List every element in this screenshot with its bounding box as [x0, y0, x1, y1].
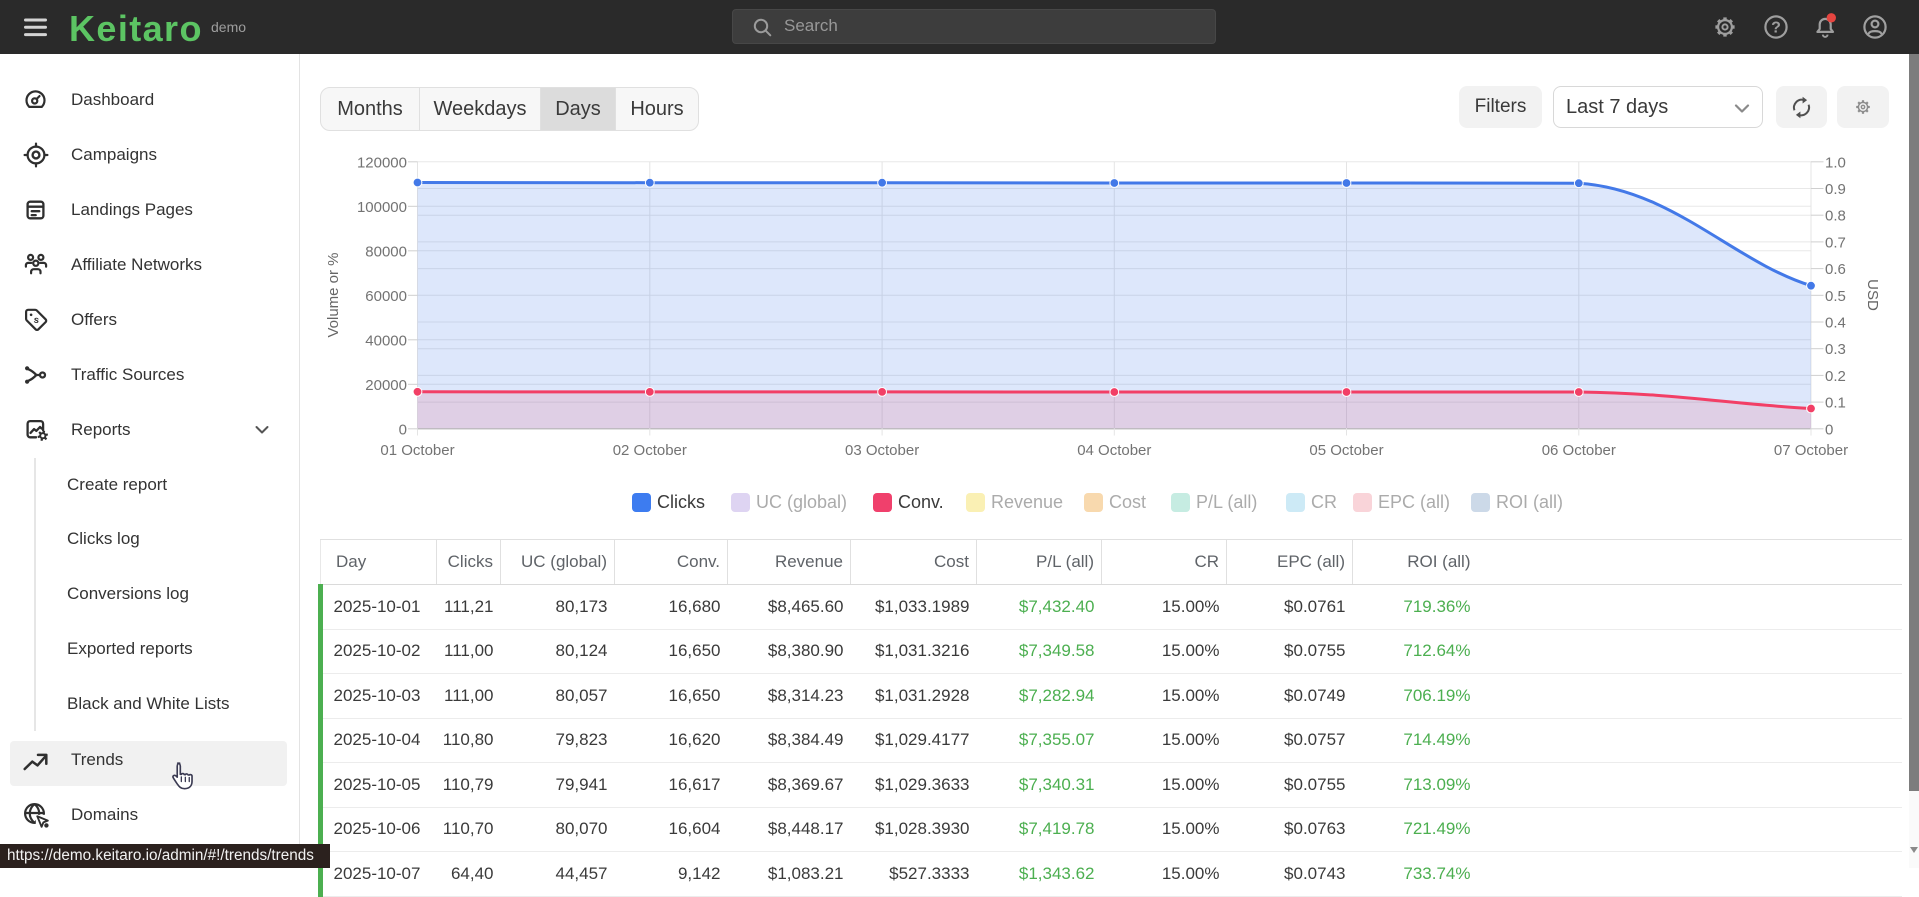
svg-text:s: s [33, 314, 40, 326]
svg-text:Volume or %: Volume or % [325, 252, 342, 337]
svg-text:60000: 60000 [365, 288, 407, 305]
svg-text:01 October: 01 October [380, 442, 454, 459]
svg-text:0: 0 [1825, 421, 1833, 438]
svg-text:20000: 20000 [365, 377, 407, 394]
svg-text:40000: 40000 [365, 332, 407, 349]
svg-text:120000: 120000 [357, 154, 407, 171]
svg-text:0.8: 0.8 [1825, 208, 1846, 225]
svg-text:0.1: 0.1 [1825, 395, 1846, 412]
svg-text:0.4: 0.4 [1825, 315, 1846, 332]
svg-text:05 October: 05 October [1309, 442, 1383, 459]
svg-text:07 October: 07 October [1774, 442, 1848, 459]
svg-text:0.3: 0.3 [1825, 341, 1846, 358]
svg-text:?: ? [1771, 20, 1781, 37]
svg-text:USD: USD [1864, 279, 1881, 311]
svg-text:0.9: 0.9 [1825, 181, 1846, 198]
svg-text:80000: 80000 [365, 243, 407, 260]
svg-text:1.0: 1.0 [1825, 154, 1846, 171]
svg-text:0: 0 [399, 421, 407, 438]
svg-text:100000: 100000 [357, 199, 407, 216]
svg-text:06 October: 06 October [1542, 442, 1616, 459]
svg-text:03 October: 03 October [845, 442, 919, 459]
svg-text:0.5: 0.5 [1825, 288, 1846, 305]
svg-text:0.6: 0.6 [1825, 261, 1846, 278]
svg-text:0.7: 0.7 [1825, 234, 1846, 251]
svg-text:0.2: 0.2 [1825, 368, 1846, 385]
svg-text:02 October: 02 October [613, 442, 687, 459]
svg-text:04 October: 04 October [1077, 442, 1151, 459]
